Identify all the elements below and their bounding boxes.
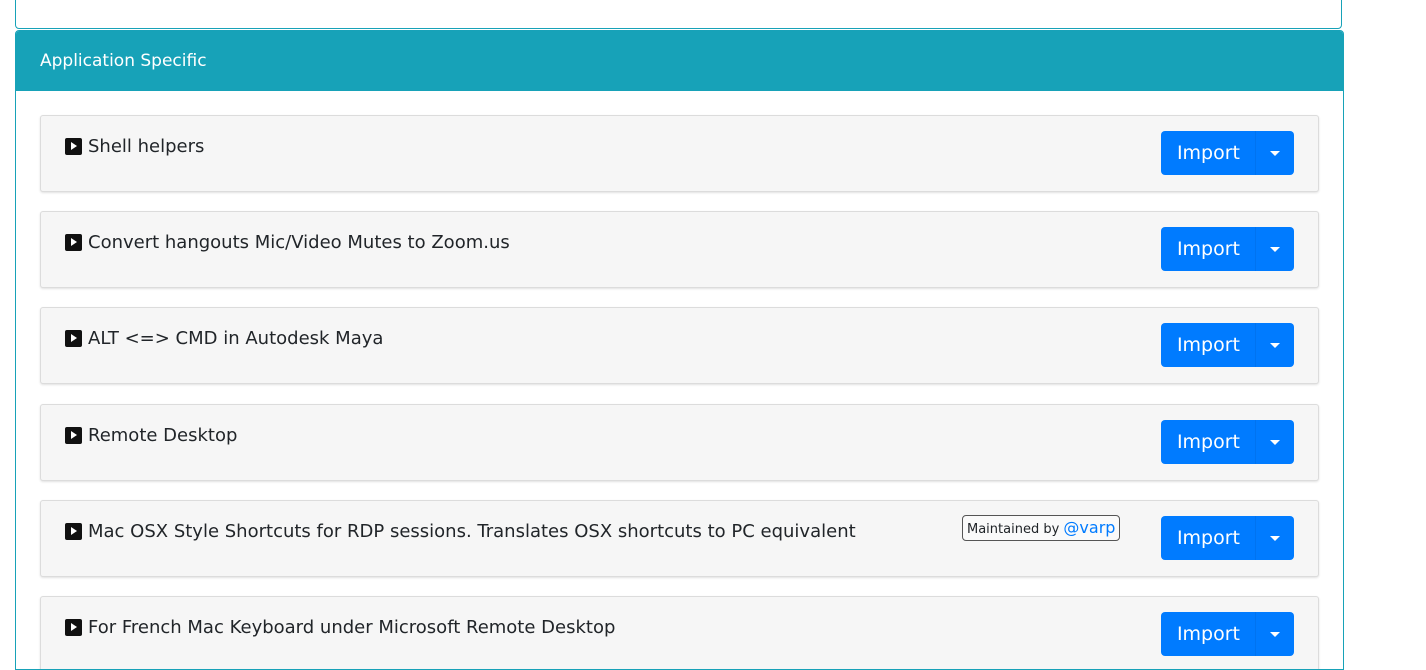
rule-item: For French Mac Keyboard under Microsoft … [40,596,1319,669]
caret-right-icon[interactable] [65,234,82,251]
section-title: Application Specific [40,51,207,71]
import-dropdown-toggle[interactable] [1255,420,1294,464]
import-dropdown-toggle[interactable] [1255,323,1294,367]
import-button[interactable]: Import [1160,516,1255,560]
maintainer-prefix: Maintained by [967,522,1064,537]
rule-item: Remote Desktop Import [40,404,1319,481]
rule-title-toggle[interactable]: Shell helpers [65,136,204,157]
import-dropdown-toggle[interactable] [1255,227,1294,271]
rule-title[interactable]: ALT <=> CMD in Autodesk Maya [88,328,383,349]
rule-title[interactable]: Remote Desktop [88,425,237,446]
import-button-group: Import [1160,612,1294,656]
import-dropdown-toggle[interactable] [1255,516,1294,560]
previous-card-bottom [15,0,1342,29]
chevron-down-icon [1270,342,1280,348]
import-button[interactable]: Import [1160,227,1255,271]
import-button-group: Import [1160,516,1294,560]
card-header: Application Specific [16,31,1343,91]
chevron-down-icon [1270,631,1280,637]
import-button[interactable]: Import [1160,420,1255,464]
import-button[interactable]: Import [1160,131,1255,175]
rule-title-toggle[interactable]: Mac OSX Style Shortcuts for RDP sessions… [65,521,856,542]
chevron-down-icon [1270,535,1280,541]
maintainer-badge: Maintained by @varp [962,515,1121,541]
maintainer-at[interactable]: @ [1063,518,1079,537]
import-button[interactable]: Import [1160,612,1255,656]
import-button-group: Import [1160,420,1294,464]
rule-title[interactable]: For French Mac Keyboard under Microsoft … [88,617,615,638]
import-dropdown-toggle[interactable] [1255,612,1294,656]
chevron-down-icon [1270,439,1280,445]
rule-item: Convert hangouts Mic/Video Mutes to Zoom… [40,211,1319,288]
rule-title[interactable]: Mac OSX Style Shortcuts for RDP sessions… [88,521,856,542]
rule-title-toggle[interactable]: Convert hangouts Mic/Video Mutes to Zoom… [65,232,510,253]
rule-title-toggle[interactable]: ALT <=> CMD in Autodesk Maya [65,328,383,349]
import-button-group: Import [1160,227,1294,271]
caret-right-icon[interactable] [65,330,82,347]
caret-right-icon[interactable] [65,619,82,636]
chevron-down-icon [1270,246,1280,252]
chevron-down-icon [1270,150,1280,156]
import-button-group: Import [1160,323,1294,367]
caret-right-icon[interactable] [65,427,82,444]
application-specific-card: Application Specific Shell helpers Impor… [15,30,1344,670]
rule-title-toggle[interactable]: Remote Desktop [65,425,237,446]
maintainer-link[interactable]: @varp [1063,518,1115,537]
import-dropdown-toggle[interactable] [1255,131,1294,175]
rule-item: ALT <=> CMD in Autodesk Maya Import [40,307,1319,384]
rule-item: Mac OSX Style Shortcuts for RDP sessions… [40,500,1319,577]
import-button-group: Import [1160,131,1294,175]
caret-right-icon[interactable] [65,523,82,540]
rule-title[interactable]: Convert hangouts Mic/Video Mutes to Zoom… [88,232,510,253]
maintainer-handle[interactable]: varp [1079,518,1115,537]
rule-title[interactable]: Shell helpers [88,136,204,157]
rule-item: Shell helpers Import [40,115,1319,192]
rule-title-toggle[interactable]: For French Mac Keyboard under Microsoft … [65,617,615,638]
import-button[interactable]: Import [1160,323,1255,367]
caret-right-icon[interactable] [65,138,82,155]
